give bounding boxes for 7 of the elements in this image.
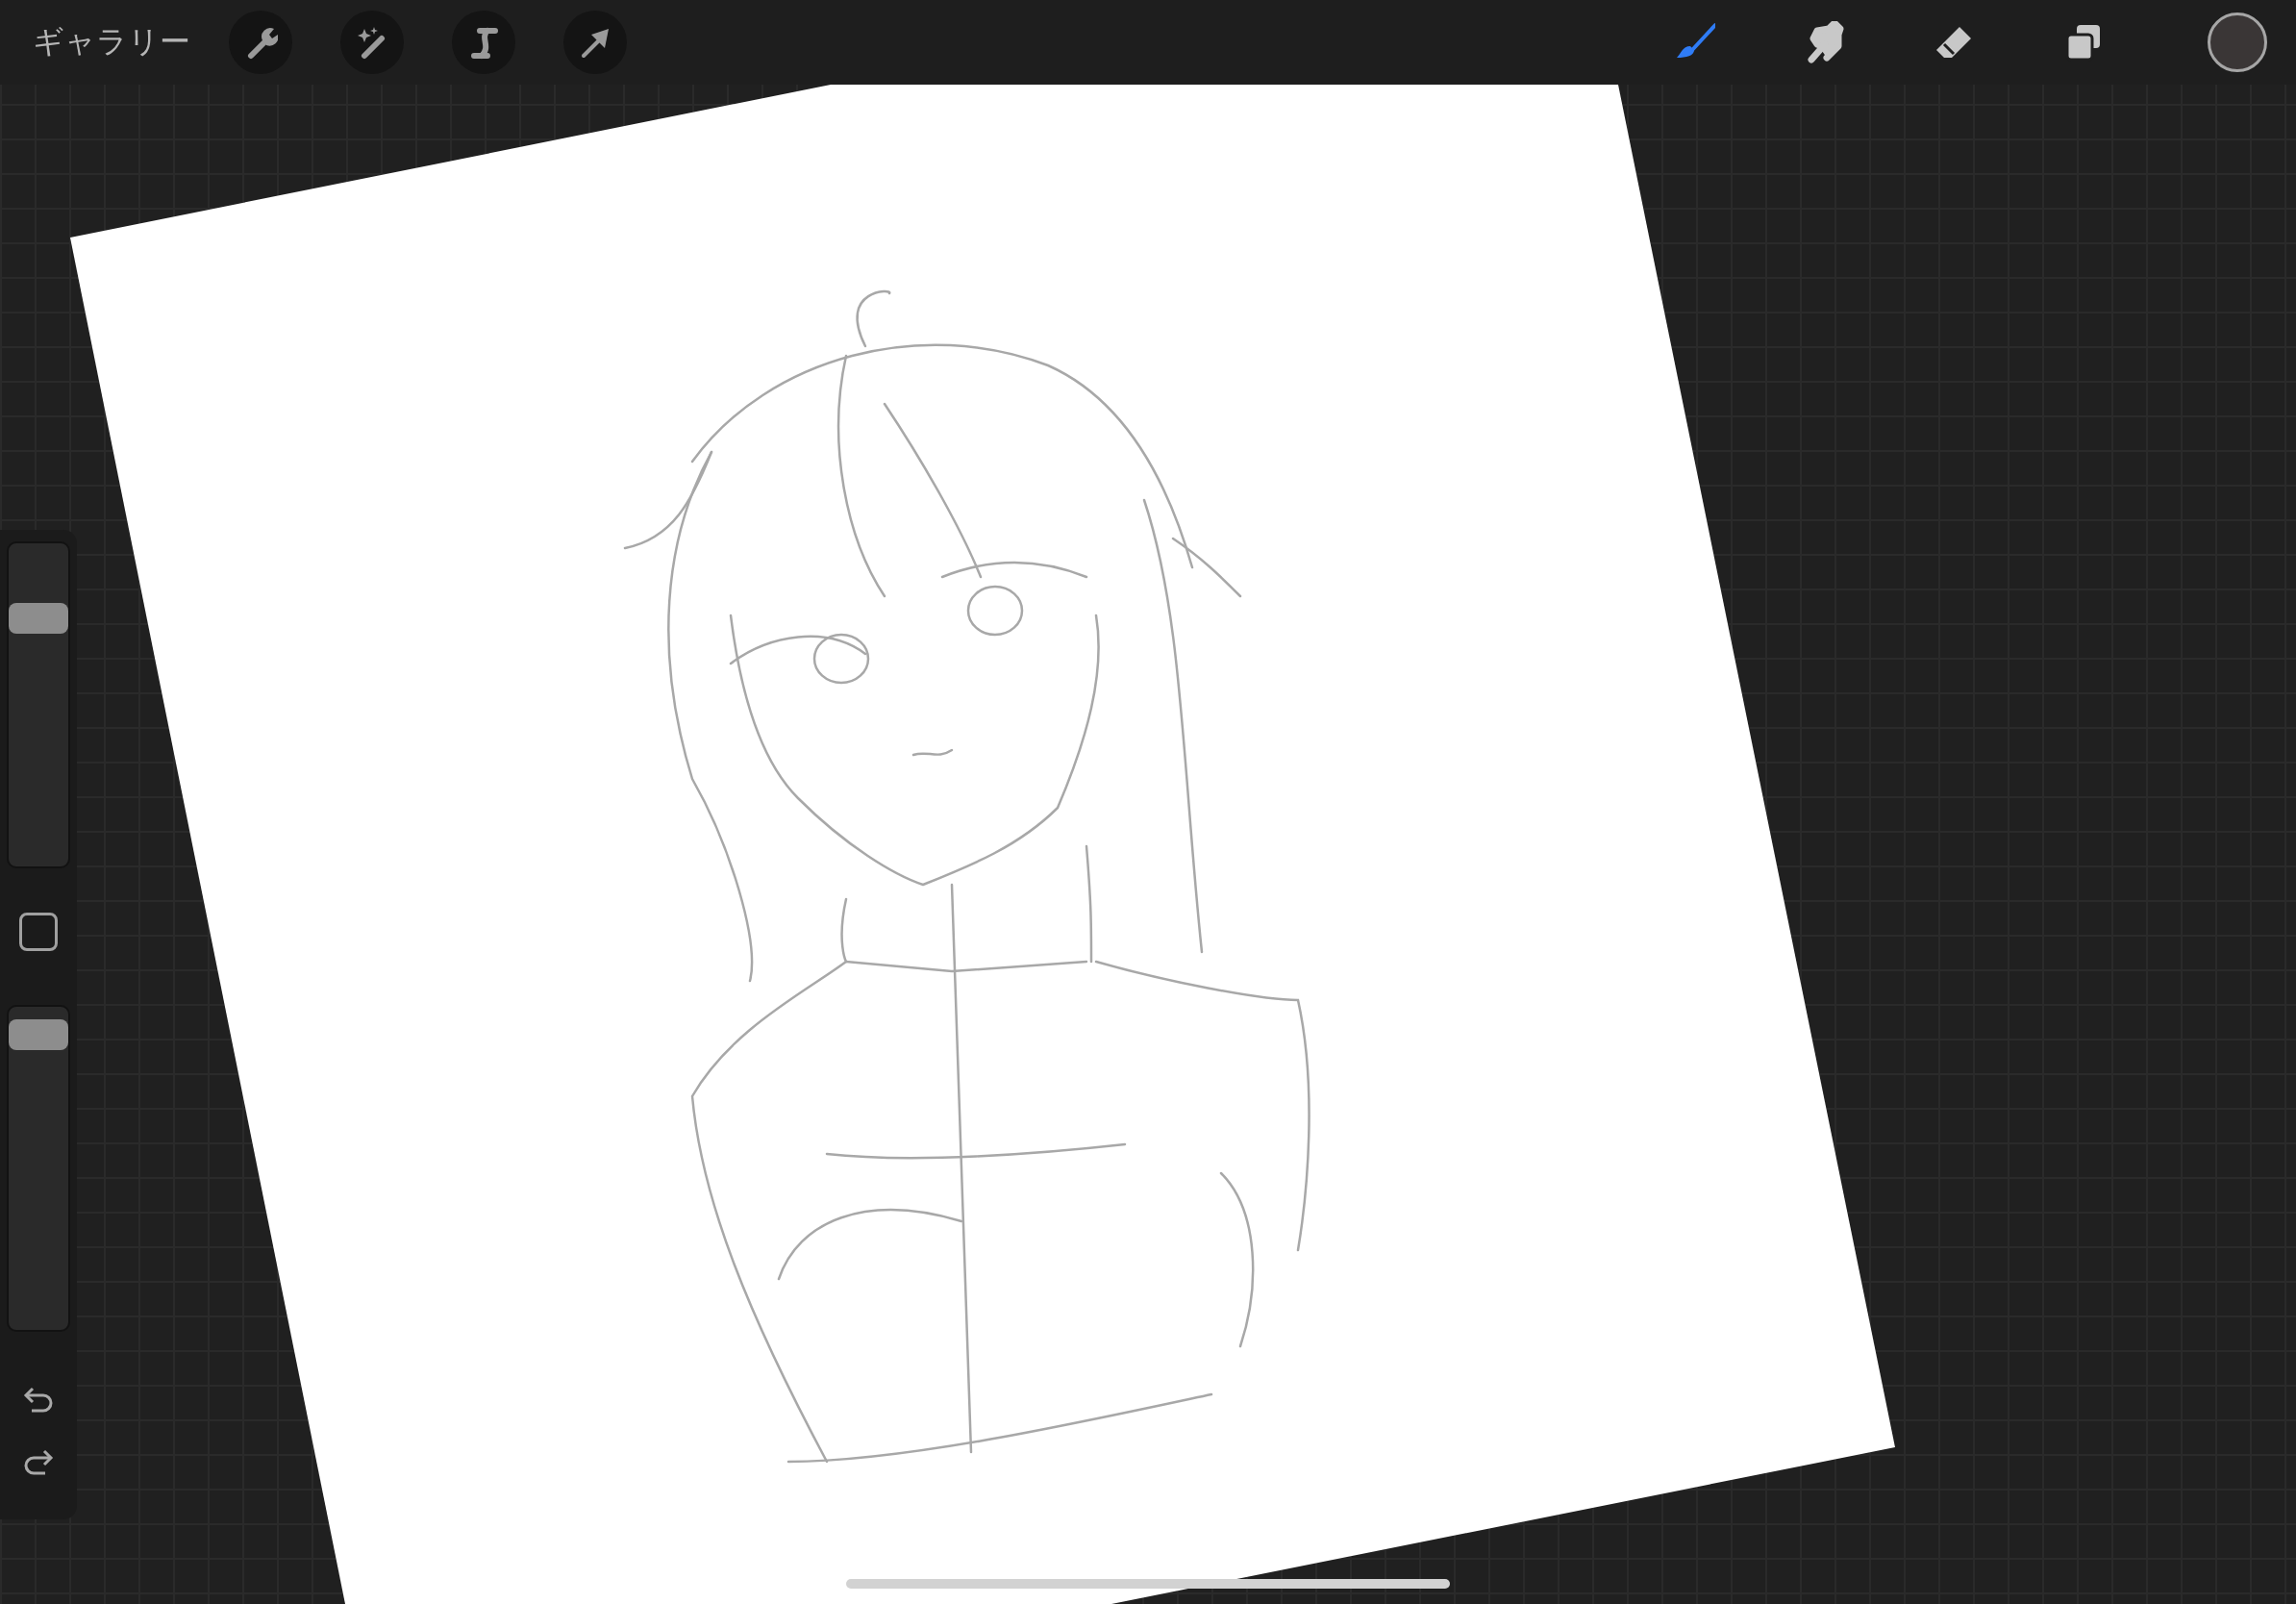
- undo-arrow-icon: [22, 1386, 55, 1415]
- redo-arrow-icon: [22, 1448, 55, 1477]
- slider-thumb[interactable]: [9, 603, 68, 634]
- opacity-slider[interactable]: [7, 1005, 70, 1332]
- gallery-button[interactable]: ギャラリー: [23, 13, 200, 71]
- brush-size-slider[interactable]: [7, 541, 70, 868]
- slider-thumb[interactable]: [9, 1018, 68, 1050]
